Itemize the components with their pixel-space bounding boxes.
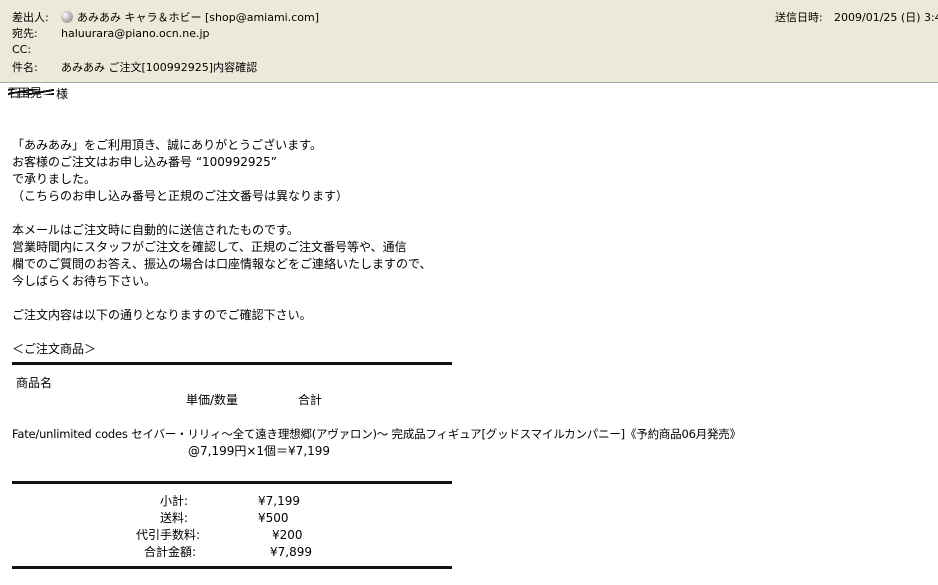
body-line-7: 欄でのご質問のお答え、振込の場合は口座情報などをご連絡いたしますので、: [12, 257, 432, 271]
divider-1: [12, 362, 452, 365]
column-item-name: 商品名: [16, 376, 53, 390]
body-line-2: お客様のご注文はお申し込み番号 “100992925”: [12, 155, 277, 169]
from-text: あみあみ キャラ＆ホビー [shop@amiami.com]: [77, 11, 320, 24]
divider-3: [12, 566, 452, 569]
total-label: 合計金額:: [144, 545, 197, 559]
sent-value: 2009/01/25 (日) 3:47: [834, 11, 938, 24]
to-value[interactable]: haluurara@piano.ocn.ne.jp: [61, 26, 210, 42]
shipping-label: 送料:: [160, 511, 189, 525]
message-body[interactable]: 石田 晃 様 「あみあみ」をご利用頂き、誠にありがとうございます。 お客様のご注…: [0, 84, 938, 585]
column-total: 合計: [298, 393, 323, 407]
divider-2: [12, 481, 452, 484]
body-line-8: 今しばらくお待ち下さい。: [12, 274, 157, 288]
greeting-suffix: 様: [56, 87, 69, 101]
item-name: Fate/unlimited codes セイバー・リリィ～全て遠き理想郷(アヴ…: [12, 427, 741, 441]
section-title: ＜ご注文商品＞: [12, 342, 97, 356]
item-price: @7,199円×1個＝¥7,199: [188, 444, 331, 458]
body-line-3: で承りました。: [12, 172, 97, 186]
subtotal-label: 小計:: [160, 494, 189, 508]
sent-label: 送信日時:: [775, 11, 823, 24]
message-header: 差出人: あみあみ キャラ＆ホビー [shop@amiami.com] 宛先: …: [0, 0, 938, 83]
subject-value: あみあみ ご注文[100992925]内容確認: [61, 61, 258, 74]
subject-label: 件名:: [12, 61, 38, 74]
cod-fee-label: 代引手数料:: [136, 528, 201, 542]
cc-label: CC:: [12, 43, 32, 56]
body-line-5: 本メールはご注文時に自動的に送信されたものです。: [12, 223, 299, 237]
redacted-name-text: 石田 晃: [8, 87, 42, 99]
shipping-value: ¥500: [258, 511, 289, 525]
body-line-4: （こちらのお申し込み番号と正規のご注文番号は異なります）: [12, 189, 349, 203]
total-value: ¥7,899: [270, 545, 312, 559]
cod-fee-value: ¥200: [272, 528, 303, 542]
from-value[interactable]: あみあみ キャラ＆ホビー [shop@amiami.com]: [61, 10, 319, 26]
body-line-6: 営業時間内にスタッフがご注文を確認して、正規のご注文番号等や、通信: [12, 240, 407, 254]
to-label: 宛先:: [12, 27, 38, 40]
contact-status-icon: [61, 11, 73, 23]
column-unit-qty: 単価/数量: [186, 393, 239, 407]
subtotal-value: ¥7,199: [258, 494, 300, 508]
body-line-1: 「あみあみ」をご利用頂き、誠にありがとうございます。: [12, 138, 322, 152]
body-line-9: ご注文内容は以下の通りとなりますのでご確認下さい。: [12, 308, 312, 322]
from-label: 差出人:: [12, 11, 49, 24]
redacted-name: 石田 晃: [8, 87, 54, 99]
